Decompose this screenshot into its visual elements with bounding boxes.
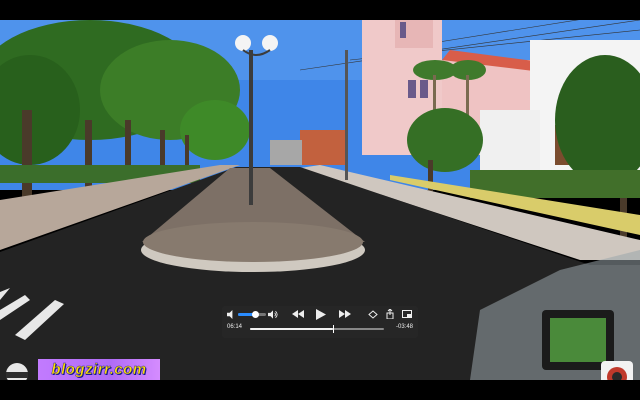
picture-in-picture-icon[interactable] (368, 309, 378, 319)
seek-bar[interactable] (250, 325, 384, 333)
channel-logo-icon (600, 360, 634, 380)
letterbox-bottom (0, 380, 640, 400)
rewind-button[interactable] (292, 309, 304, 319)
time-elapsed: 06:14 (227, 324, 243, 330)
seek-knob[interactable] (333, 325, 335, 333)
watermark-text: blogzirr.com (51, 361, 147, 378)
media-controls: 06:14 -03:48 (222, 306, 418, 338)
mascot-icon (1, 360, 33, 380)
watermark-banner: blogzirr.com (38, 359, 160, 380)
seek-fill (250, 328, 334, 330)
share-icon[interactable] (385, 309, 395, 319)
mini-player-icon[interactable] (402, 309, 412, 319)
play-button[interactable] (315, 308, 327, 320)
speaker-high-icon[interactable] (268, 309, 278, 319)
time-remaining: -03:48 (395, 324, 413, 330)
letterbox-top (0, 0, 640, 20)
speaker-low-icon[interactable] (226, 309, 236, 319)
volume-slider[interactable] (238, 311, 266, 318)
fast-forward-button[interactable] (339, 309, 351, 319)
volume-knob[interactable] (251, 311, 259, 318)
